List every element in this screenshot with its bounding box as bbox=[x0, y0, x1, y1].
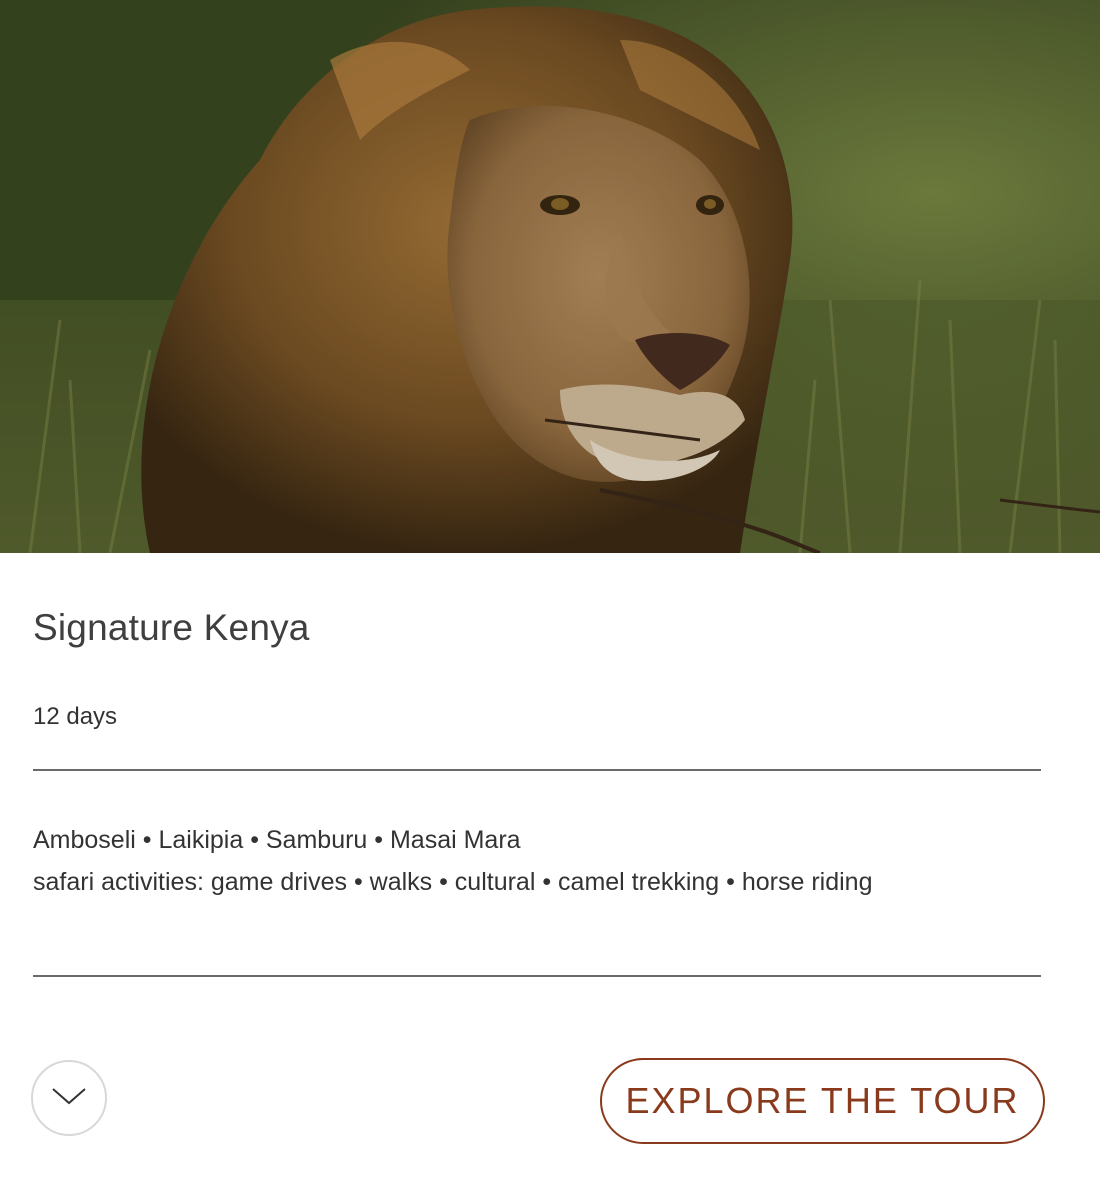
tour-card: Signature Kenya 12 days Amboseli • Laiki… bbox=[0, 0, 1100, 1200]
lion-photo bbox=[0, 0, 1100, 553]
expand-button[interactable] bbox=[31, 1060, 107, 1136]
chevron-down-icon bbox=[49, 1084, 89, 1113]
divider-top bbox=[33, 769, 1041, 771]
tour-duration: 12 days bbox=[33, 703, 118, 730]
tour-activities: safari activities: game drives • walks •… bbox=[33, 868, 873, 896]
tour-destinations: Amboseli • Laikipia • Samburu • Masai Ma… bbox=[33, 826, 521, 854]
hero-image bbox=[0, 0, 1100, 553]
tour-title: Signature Kenya bbox=[33, 607, 310, 648]
explore-tour-button[interactable]: EXPLORE THE TOUR bbox=[600, 1058, 1045, 1144]
divider-bottom bbox=[33, 975, 1041, 977]
